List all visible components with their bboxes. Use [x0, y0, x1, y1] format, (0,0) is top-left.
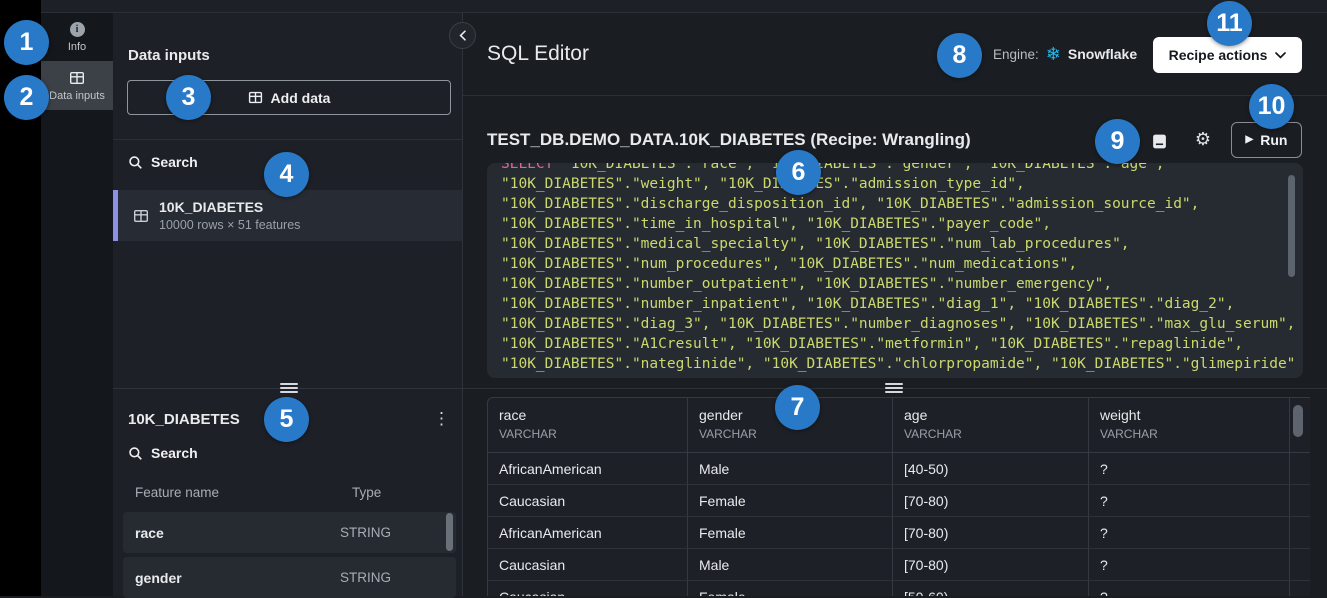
sql-line: "10K_DIABETES"."weight", "10K_DIABETES".…	[501, 174, 1289, 194]
features-search[interactable]: Search	[128, 445, 198, 461]
rail-item-data-inputs-label: Data inputs	[49, 90, 105, 102]
preview-table-scrollbar[interactable]	[1293, 405, 1303, 437]
sql-code-editor[interactable]: SELECT "10K_DIABETES"."race", "10K_DIABE…	[487, 163, 1303, 378]
info-icon: i	[70, 22, 85, 37]
snowflake-logo-icon: ❄	[1046, 45, 1061, 63]
table-row[interactable]: Caucasian Male [70-80) ?	[488, 549, 1310, 581]
search-label: Search	[151, 445, 198, 461]
rail-item-info[interactable]: i Info	[41, 13, 113, 61]
preview-header-row: race VARCHAR gender VARCHAR age VARCHAR …	[488, 398, 1310, 453]
resize-handle[interactable]	[885, 383, 903, 393]
annotation-badge-9: 9	[1095, 119, 1140, 164]
annotation-badge-7: 7	[775, 385, 820, 430]
data-inputs-title: Data inputs	[128, 47, 210, 64]
documentation-button[interactable]	[1149, 131, 1169, 151]
data-inputs-search[interactable]: Search	[128, 154, 198, 170]
add-data-label: Add data	[271, 90, 331, 106]
sql-line: "10K_DIABETES"."medical_specialty", "10K…	[501, 234, 1289, 254]
annotation-badge-3: 3	[166, 75, 211, 120]
page-title: SQL Editor	[487, 42, 589, 66]
annotation-badge-11: 11	[1207, 1, 1252, 46]
search-label: Search	[151, 154, 198, 170]
chevron-down-icon	[1275, 52, 1286, 59]
search-icon	[128, 446, 143, 461]
engine-indicator: Engine: ❄ Snowflake	[993, 45, 1137, 63]
annotation-badge-4: 4	[264, 152, 309, 197]
feature-name: race	[123, 525, 340, 541]
search-icon	[128, 155, 143, 170]
annotation-badge-6: 6	[776, 150, 821, 195]
feature-name: gender	[123, 570, 340, 586]
app-window: { "rail": { "items": [ { "label": "Info"…	[0, 0, 1327, 596]
annotation-badge-10: 10	[1249, 84, 1294, 129]
play-icon: ▶	[1246, 135, 1254, 145]
kebab-menu-icon[interactable]: ⋮	[433, 409, 449, 429]
feature-row[interactable]: race STRING	[123, 512, 456, 553]
data-preview-table: race VARCHAR gender VARCHAR age VARCHAR …	[487, 397, 1310, 596]
sql-line: "10K_DIABETES"."A1Cresult", "10K_DIABETE…	[501, 334, 1289, 354]
feature-type-column-header: Type	[352, 485, 381, 500]
chevron-left-icon	[459, 30, 467, 41]
settings-gear-icon[interactable]: ⚙	[1193, 129, 1213, 149]
collapse-sidebar-button[interactable]	[449, 22, 476, 49]
feature-type: STRING	[340, 570, 391, 585]
code-scrollbar[interactable]	[1288, 175, 1295, 277]
features-scrollbar[interactable]	[446, 513, 453, 551]
sql-line: "10K_DIABETES"."discharge_disposition_id…	[501, 194, 1289, 214]
rail-item-info-label: Info	[68, 41, 86, 53]
sql-code-lines: SELECT "10K_DIABETES"."race", "10K_DIABE…	[487, 163, 1303, 374]
table-row[interactable]: AfricanAmerican Male [40-50) ?	[488, 453, 1310, 485]
sql-line: "10K_DIABETES"."nateglinide", "10K_DIABE…	[501, 354, 1289, 374]
sql-line: "10K_DIABETES"."number_outpatient", "10K…	[501, 274, 1289, 294]
annotation-badge-2: 2	[4, 75, 49, 120]
annotation-badge-5: 5	[264, 397, 309, 442]
preview-column-header[interactable]: race VARCHAR	[488, 398, 688, 452]
sql-line: "10K_DIABETES"."num_procedures", "10K_DI…	[501, 254, 1289, 274]
feature-row[interactable]: gender STRING	[123, 557, 456, 598]
divider	[113, 139, 462, 140]
sql-line: "10K_DIABETES"."number_inpatient", "10K_…	[501, 294, 1289, 314]
table-grid-icon	[248, 90, 263, 105]
dataset-name: 10K_DIABETES	[159, 199, 300, 215]
feature-name-column-header: Feature name	[135, 485, 219, 500]
annotation-badge-1: 1	[4, 20, 49, 65]
annotation-badge-8: 8	[937, 33, 982, 78]
table-row[interactable]: Caucasian Female [50-60) ?	[488, 581, 1310, 596]
features-panel-title: 10K_DIABETES	[128, 411, 240, 428]
table-grid-icon	[133, 208, 149, 224]
resize-handle[interactable]	[280, 383, 298, 393]
feature-type: STRING	[340, 525, 391, 540]
divider	[463, 95, 1327, 96]
table-row[interactable]: AfricanAmerican Female [70-80) ?	[488, 517, 1310, 549]
engine-name: Snowflake	[1068, 46, 1137, 62]
recipe-actions-label: Recipe actions	[1169, 47, 1268, 63]
sql-line: "10K_DIABETES"."time_in_hospital", "10K_…	[501, 214, 1289, 234]
panel-divider-vertical	[462, 13, 463, 596]
dataset-list-item[interactable]: 10K_DIABETES 10000 rows × 51 features	[113, 190, 462, 241]
preview-column-header[interactable]: age VARCHAR	[893, 398, 1089, 452]
sql-line: "10K_DIABETES"."diag_3", "10K_DIABETES".…	[501, 314, 1289, 334]
table-row[interactable]: Caucasian Female [70-80) ?	[488, 485, 1310, 517]
top-bar	[41, 0, 1327, 13]
table-grid-icon	[69, 70, 85, 86]
left-icon-rail: i Info Data inputs	[41, 13, 113, 596]
preview-column-header[interactable]: weight VARCHAR	[1089, 398, 1290, 452]
rail-item-data-inputs[interactable]: Data inputs	[41, 61, 113, 110]
dataset-meta: 10000 rows × 51 features	[159, 218, 300, 232]
engine-label: Engine:	[993, 47, 1039, 62]
run-label: Run	[1260, 132, 1287, 148]
sql-keyword: SELECT	[501, 163, 553, 172]
recipe-title: TEST_DB.DEMO_DATA.10K_DIABETES (Recipe: …	[487, 130, 971, 150]
